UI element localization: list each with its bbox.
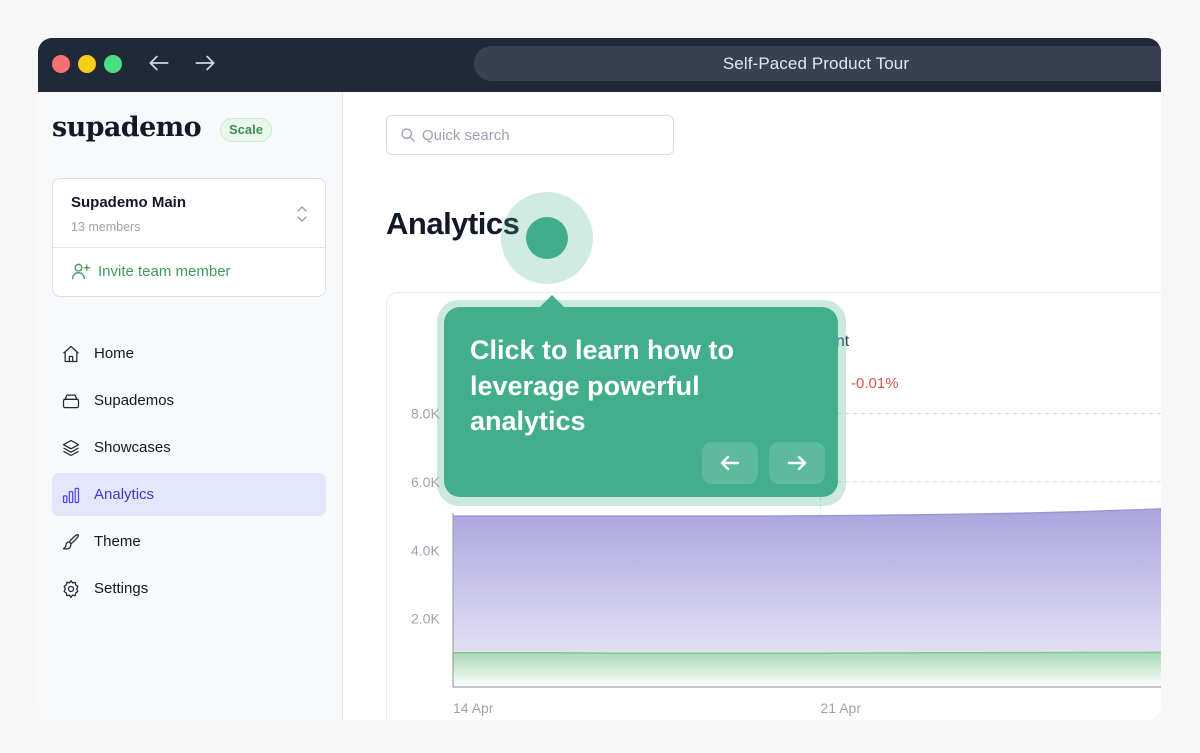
home-icon xyxy=(63,345,79,362)
tour-prev-button[interactable] xyxy=(702,442,758,484)
sidebar-item-showcases[interactable]: Showcases xyxy=(52,426,326,469)
team-member-count: 13 members xyxy=(71,220,141,234)
close-window-button[interactable] xyxy=(52,55,70,73)
y-tick-label: 2.0K xyxy=(411,611,440,627)
sidebar-item-label: Analytics xyxy=(94,486,155,503)
arrow-right-icon[interactable] xyxy=(192,50,218,76)
hotspot-dot[interactable] xyxy=(526,217,568,259)
quick-search[interactable] xyxy=(386,115,674,155)
sidebar-item-label: Supademos xyxy=(94,392,175,409)
invite-label: Invite team member xyxy=(98,262,231,280)
browser-window: Self-Paced Product Tour supademo Scale S… xyxy=(38,38,1161,720)
x-tick-label: 21 Apr xyxy=(821,700,862,716)
arrow-left-icon xyxy=(720,455,740,471)
sidebar-item-home[interactable]: Home xyxy=(52,332,326,375)
bar-chart-icon xyxy=(62,487,80,503)
tooltip-text: Click to learn how to leverage powerful … xyxy=(470,335,735,436)
divider xyxy=(53,247,325,248)
plan-badge: Scale xyxy=(220,118,272,142)
minimize-window-button[interactable] xyxy=(78,55,96,73)
sidebar-menu: Home Supademos Showcases Analytics Theme… xyxy=(52,332,326,614)
box-icon xyxy=(62,394,80,408)
tooltip-body: Click to learn how to leverage powerful … xyxy=(444,295,838,497)
arrow-right-icon xyxy=(787,455,807,471)
address-bar[interactable]: Self-Paced Product Tour xyxy=(474,46,1161,81)
tour-next-button[interactable] xyxy=(769,442,825,484)
sidebar-item-label: Showcases xyxy=(94,439,171,456)
invite-team-member-button[interactable]: Invite team member xyxy=(71,261,231,281)
layers-icon xyxy=(62,439,80,456)
chevron-up-down-icon[interactable] xyxy=(295,203,309,225)
y-tick-label: 4.0K xyxy=(411,542,440,558)
maximize-window-button[interactable] xyxy=(104,55,122,73)
tooltip-caret xyxy=(539,295,565,308)
page-title: Analytics xyxy=(386,206,520,241)
sidebar-item-label: Home xyxy=(94,345,135,362)
search-icon xyxy=(401,128,415,142)
brush-icon xyxy=(62,533,80,550)
logo[interactable]: supademo xyxy=(52,112,202,143)
sidebar-item-analytics[interactable]: Analytics xyxy=(52,473,326,516)
sidebar-item-label: Theme xyxy=(94,533,141,550)
sidebar: supademo Scale Supademo Main 13 members … xyxy=(38,92,343,720)
user-plus-icon xyxy=(72,263,91,280)
sidebar-item-label: Settings xyxy=(94,580,149,597)
arrow-left-icon[interactable] xyxy=(146,50,172,76)
sidebar-item-theme[interactable]: Theme xyxy=(52,520,326,563)
sidebar-item-supademos[interactable]: Supademos xyxy=(52,379,326,422)
window-title: Self-Paced Product Tour xyxy=(722,53,910,73)
team-name[interactable]: Supademo Main xyxy=(71,194,186,211)
team-switcher: Supademo Main 13 members Invite team mem… xyxy=(52,178,326,297)
area-series-completions xyxy=(453,652,1161,687)
sidebar-item-settings[interactable]: Settings xyxy=(52,567,326,610)
x-tick-label: 14 Apr xyxy=(453,700,494,716)
tour-tooltip: Click to learn how to leverage powerful … xyxy=(437,295,846,506)
title-bar: Self-Paced Product Tour xyxy=(38,38,1161,92)
gear-icon xyxy=(63,579,79,598)
search-input[interactable] xyxy=(422,126,662,144)
tour-hotspot[interactable] xyxy=(501,192,593,284)
